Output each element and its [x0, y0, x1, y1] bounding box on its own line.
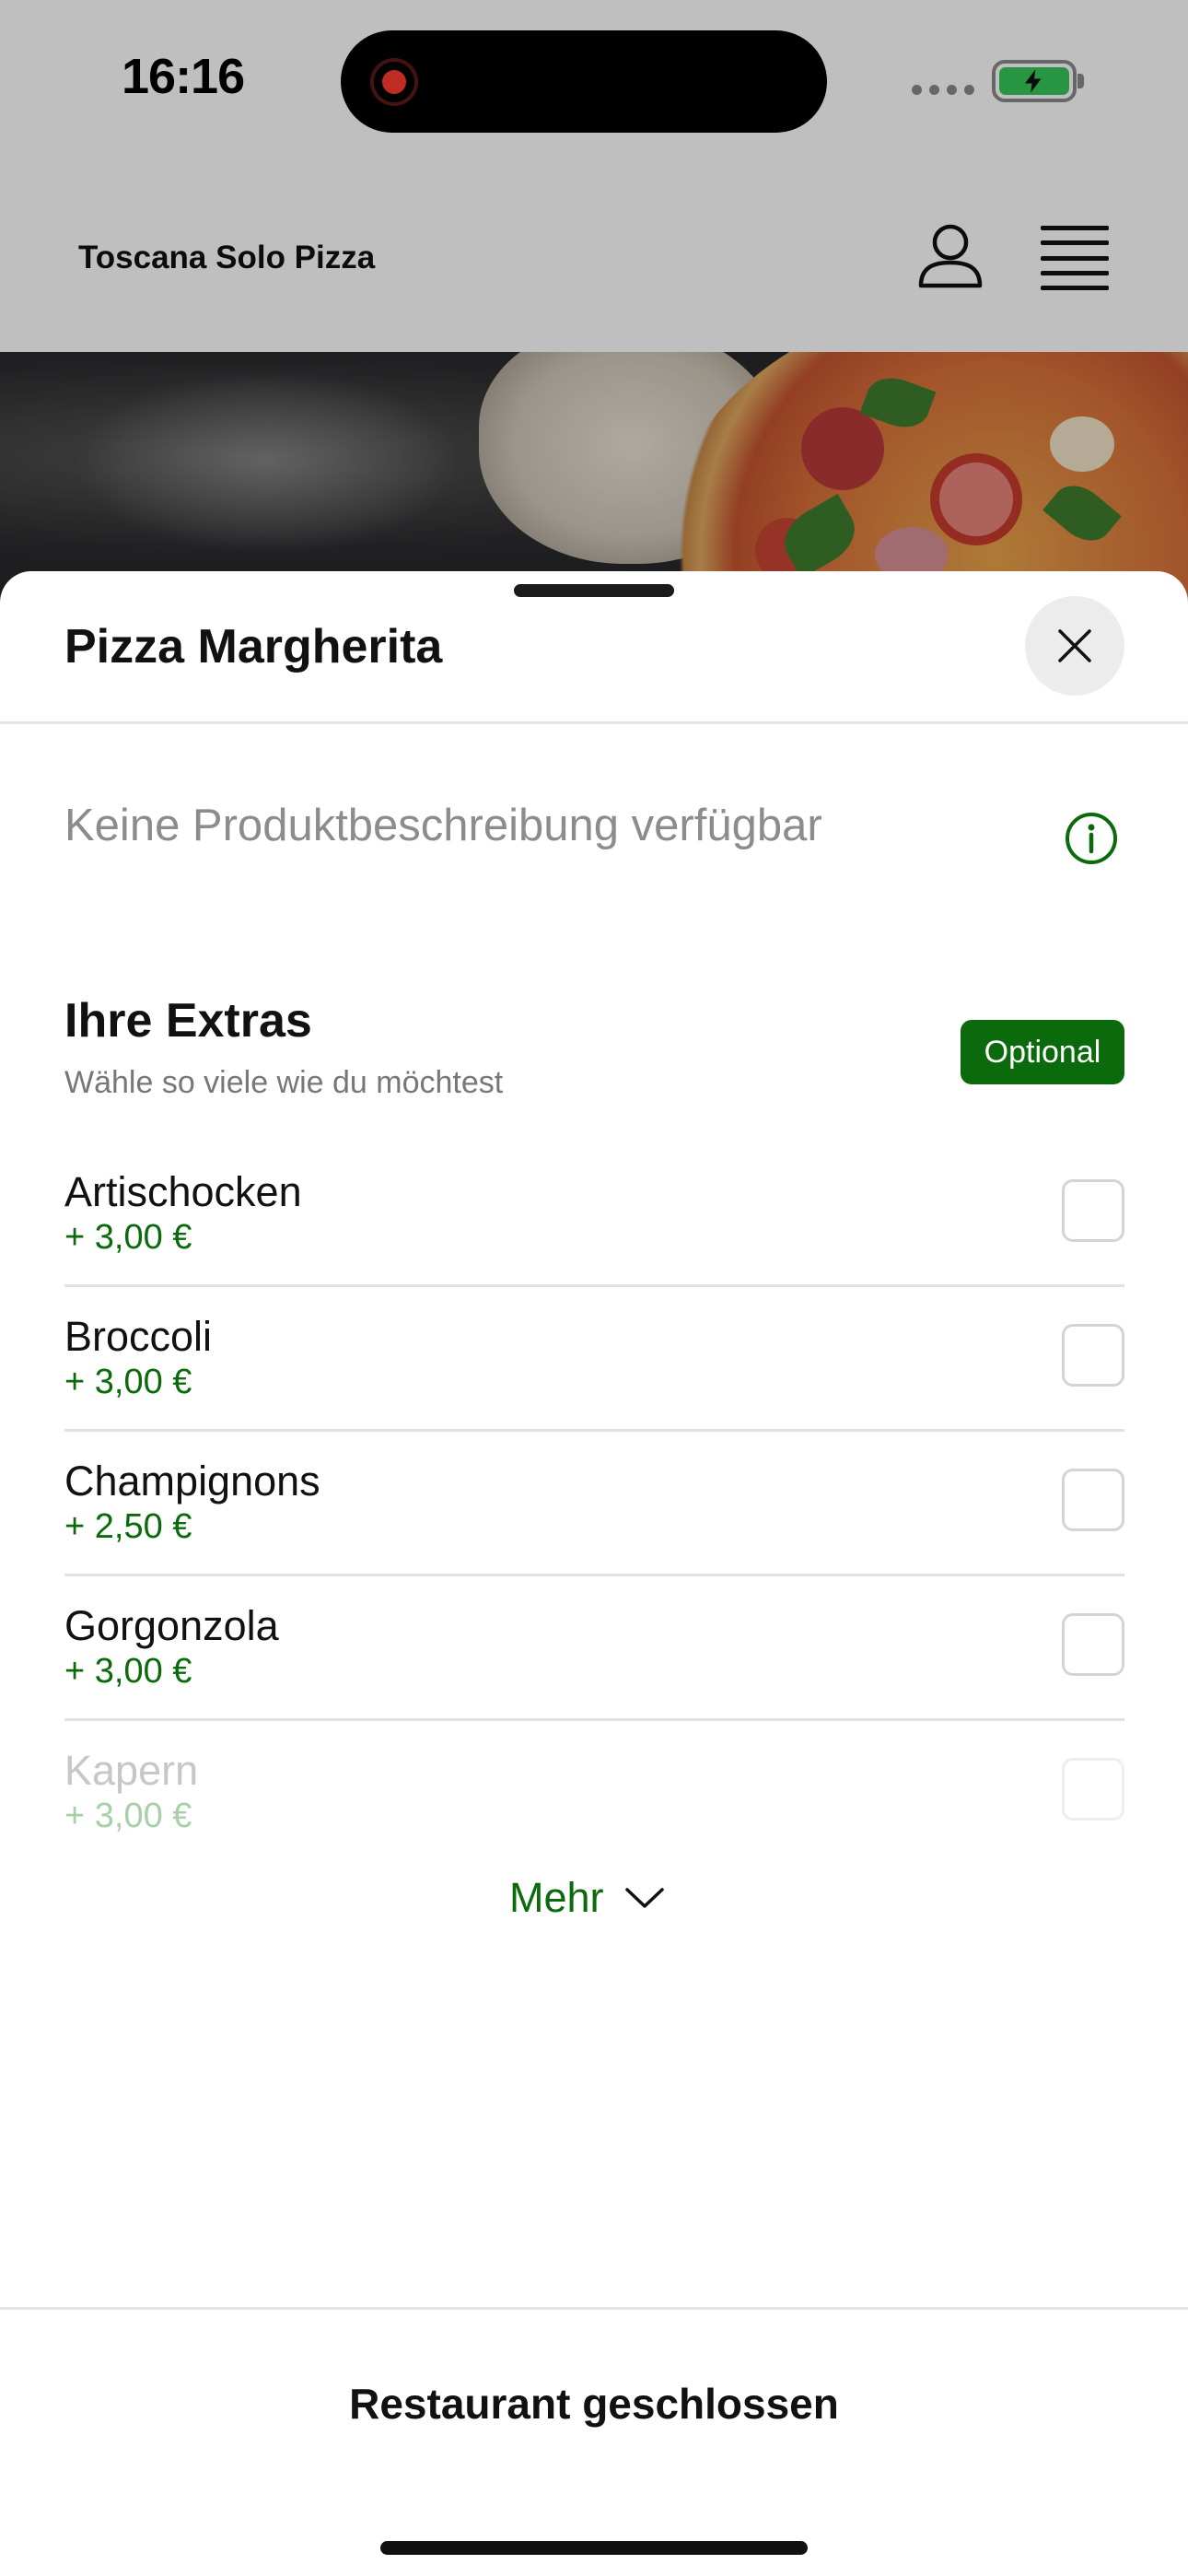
product-sheet: Pizza Margherita Keine Produktbeschreibu… — [0, 571, 1188, 2576]
extra-item[interactable]: Champignons + 2,50 € — [64, 1432, 1124, 1576]
extra-name: Champignons — [64, 1458, 320, 1505]
extra-item[interactable]: Broccoli + 3,00 € — [64, 1287, 1124, 1432]
extra-item[interactable]: Kapern + 3,00 € — [64, 1721, 1124, 1866]
extra-name: Gorgonzola — [64, 1602, 279, 1649]
extras-list: Artischocken + 3,00 € Broccoli + 3,00 € … — [64, 1142, 1124, 1866]
product-title: Pizza Margherita — [64, 620, 443, 673]
product-description: Keine Produktbeschreibung verfügbar — [64, 801, 822, 850]
divider — [0, 721, 1188, 724]
more-label: Mehr — [509, 1874, 604, 1921]
restaurant-closed-label: Restaurant geschlossen — [349, 2380, 839, 2428]
extra-price: + 2,50 € — [64, 1507, 192, 1546]
info-icon[interactable] — [1064, 811, 1119, 866]
extra-name: Broccoli — [64, 1313, 213, 1360]
extra-checkbox[interactable] — [1062, 1613, 1124, 1676]
extra-checkbox[interactable] — [1062, 1469, 1124, 1531]
close-button[interactable] — [1025, 596, 1124, 696]
close-icon — [1058, 629, 1091, 662]
extra-name: Kapern — [64, 1747, 199, 1794]
extra-price: + 3,00 € — [64, 1218, 192, 1257]
sheet-grabber[interactable] — [514, 584, 674, 597]
extra-price: + 3,00 € — [64, 1797, 192, 1835]
extra-name: Artischocken — [64, 1168, 302, 1215]
optional-badge: Optional — [961, 1020, 1124, 1084]
extras-subtitle: Wähle so viele wie du möchtest — [64, 1065, 504, 1100]
divider — [0, 2307, 1188, 2310]
extra-price: + 3,00 € — [64, 1652, 192, 1691]
extras-title: Ihre Extras — [64, 994, 312, 1048]
extra-item[interactable]: Gorgonzola + 3,00 € — [64, 1576, 1124, 1721]
home-indicator — [380, 2541, 808, 2555]
chevron-down-icon — [624, 1888, 664, 1908]
extra-checkbox[interactable] — [1062, 1324, 1124, 1387]
extra-item[interactable]: Artischocken + 3,00 € — [64, 1142, 1124, 1287]
extra-price: + 3,00 € — [64, 1363, 192, 1401]
extra-checkbox[interactable] — [1062, 1179, 1124, 1242]
extra-checkbox[interactable] — [1062, 1758, 1124, 1821]
more-button[interactable]: Mehr — [509, 1866, 665, 1930]
